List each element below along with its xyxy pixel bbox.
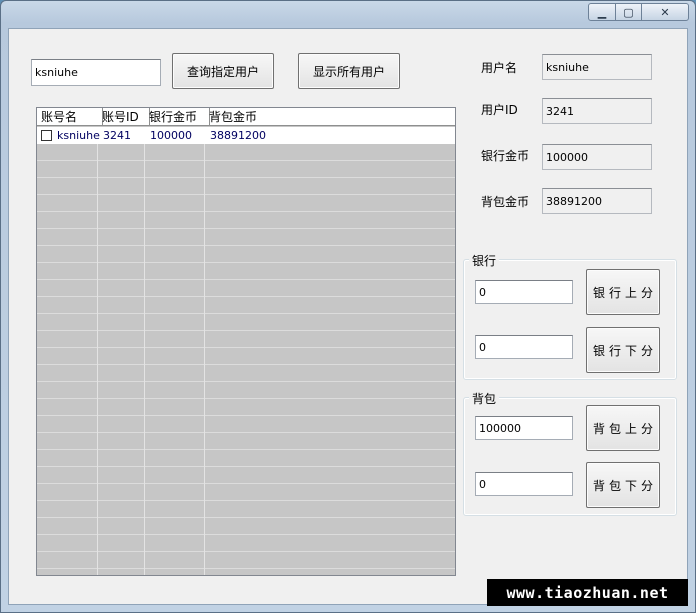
- column-divider: [144, 127, 145, 575]
- bank-sub-button[interactable]: 银行下分: [586, 327, 660, 373]
- show-all-users-button[interactable]: 显示所有用户: [298, 53, 400, 89]
- bag-group-title: 背包: [469, 390, 500, 407]
- column-header-account-id[interactable]: 账号ID: [98, 108, 150, 126]
- userid-field[interactable]: [542, 98, 652, 124]
- column-header-bank-gold[interactable]: 银行金币: [145, 108, 210, 126]
- bank-group-title: 银行: [469, 252, 500, 269]
- username-field[interactable]: [542, 54, 652, 80]
- cell-account-name: ksniuhe: [57, 129, 100, 142]
- minimize-icon: ▁: [597, 5, 607, 19]
- cell-account-id: 3241: [103, 129, 131, 142]
- bag-sub-button[interactable]: 背包下分: [586, 462, 660, 508]
- table-row[interactable]: ksniuhe 3241 100000 38891200: [37, 127, 455, 144]
- user-list[interactable]: 账号名 账号ID 银行金币 背包金币 ksniuhe 3241 100000 3…: [36, 107, 456, 576]
- search-input[interactable]: [31, 59, 161, 86]
- bag-gold-field[interactable]: [542, 188, 652, 214]
- maximize-icon: ▢: [623, 5, 634, 19]
- query-user-button[interactable]: 查询指定用户: [172, 53, 274, 89]
- close-icon: ✕: [660, 5, 670, 19]
- bank-add-button[interactable]: 银行上分: [586, 269, 660, 315]
- bag-add-amount-input[interactable]: [475, 416, 573, 440]
- close-button[interactable]: ✕: [641, 3, 689, 21]
- list-rows: [37, 127, 455, 575]
- bank-sub-amount-input[interactable]: [475, 335, 573, 359]
- minimize-button[interactable]: ▁: [588, 3, 616, 21]
- column-header-account-name[interactable]: 账号名: [37, 108, 103, 126]
- column-divider: [97, 127, 98, 575]
- column-header-bag-gold[interactable]: 背包金币: [205, 108, 455, 126]
- row-checkbox[interactable]: [41, 130, 52, 141]
- maximize-button[interactable]: ▢: [615, 3, 642, 21]
- list-header: 账号名 账号ID 银行金币 背包金币: [37, 108, 455, 126]
- watermark: www.tiaozhuan.net: [487, 579, 688, 606]
- userid-label: 用户ID: [481, 103, 518, 117]
- cell-bank-gold: 100000: [150, 129, 192, 142]
- bag-gold-label: 背包金币: [481, 195, 530, 209]
- username-label: 用户名: [481, 61, 518, 75]
- bank-gold-label: 银行金币: [481, 149, 530, 163]
- bag-sub-amount-input[interactable]: [475, 472, 573, 496]
- bank-add-amount-input[interactable]: [475, 280, 573, 304]
- bank-gold-field[interactable]: [542, 144, 652, 170]
- cell-bag-gold: 38891200: [210, 129, 266, 142]
- column-divider: [204, 127, 205, 575]
- bag-add-button[interactable]: 背包上分: [586, 405, 660, 451]
